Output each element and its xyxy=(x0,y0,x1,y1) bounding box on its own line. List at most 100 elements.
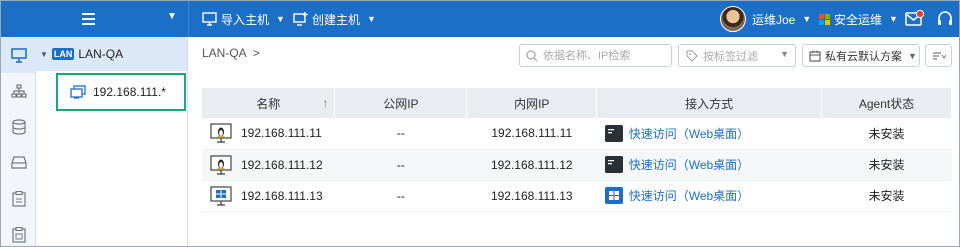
windows-icon xyxy=(210,185,232,206)
user-menu[interactable]: 运维Joe ▼ xyxy=(752,1,811,37)
table-row[interactable]: 192.168.111.11 -- 192.168.111.11 快速访问（We… xyxy=(202,118,952,150)
agent-status-cell: 未安装 xyxy=(821,180,952,212)
quick-access-link[interactable]: 快速访问（Web桌面） xyxy=(629,125,749,142)
chevron-down-icon[interactable]: ▼ xyxy=(40,50,48,59)
top-bar: ▼ 导入主机 ▼ 创建主机 ▼ 运维Joe ▼ 安全运维 ▼ xyxy=(1,1,959,37)
host-name[interactable]: 192.168.111.11 xyxy=(241,126,322,140)
network-tree-icon xyxy=(10,83,27,98)
host-name[interactable]: 192.168.111.12 xyxy=(241,158,323,172)
column-header-agent[interactable]: Agent状态 xyxy=(821,88,952,118)
tree-node-lan-qa[interactable]: ▼ LAN LAN-QA xyxy=(36,37,187,71)
table-header-row: 名称 ↑ 公网IP 内网IP 接入方式 Agent状态 xyxy=(202,88,952,118)
divider xyxy=(188,1,189,37)
plan-select[interactable]: 私有云默认方案 ▼ xyxy=(802,44,920,67)
monitor-icon xyxy=(10,47,27,63)
host-name-cell: 192.168.111.13 xyxy=(202,180,335,212)
rail-tasks[interactable] xyxy=(1,181,36,217)
table-row[interactable]: 192.168.111.12 -- 192.168.111.12 快速访问（We… xyxy=(202,149,952,181)
rail-topology[interactable] xyxy=(1,73,36,109)
sort-button[interactable] xyxy=(925,44,952,67)
chevron-down-icon: ▼ xyxy=(780,49,789,59)
public-ip-cell: -- xyxy=(334,149,467,181)
clipboard-icon xyxy=(11,191,26,207)
terminal-icon xyxy=(604,124,623,142)
ops-menu[interactable]: 安全运维 ▼ xyxy=(819,1,898,37)
breadcrumb-separator: > xyxy=(252,46,260,60)
host-table: 名称 ↑ 公网IP 内网IP 接入方式 Agent状态 192.168.111.… xyxy=(202,88,952,212)
ops-menu-label: 安全运维 xyxy=(834,12,883,27)
import-host-label: 导入主机 xyxy=(221,12,270,27)
access-cell: 快速访问（Web桌面） xyxy=(596,149,822,181)
avatar[interactable] xyxy=(720,6,746,32)
audit-icon xyxy=(11,227,26,243)
rail-hosts[interactable] xyxy=(1,37,36,73)
private-ip-cell: 192.168.111.12 xyxy=(466,149,597,181)
quick-access-link[interactable]: 快速访问（Web桌面） xyxy=(629,156,749,173)
rail-device[interactable] xyxy=(1,145,36,181)
column-header-label: 名称 xyxy=(256,96,281,111)
lan-badge: LAN xyxy=(51,48,75,60)
device-icon xyxy=(10,156,27,169)
host-name-cell: 192.168.111.11 xyxy=(202,118,335,150)
chevron-down-icon: ▼ xyxy=(889,14,898,24)
agent-status-cell: 未安装 xyxy=(821,118,952,150)
host-tree: ▼ LAN LAN-QA 192.168.111.* xyxy=(36,37,188,246)
private-ip-cell: 192.168.111.11 xyxy=(466,118,597,150)
tree-child-label: 192.168.111.* xyxy=(93,85,166,99)
sort-asc-icon[interactable]: ↑ xyxy=(322,96,328,110)
app-logo-icon xyxy=(819,13,830,25)
table-row[interactable]: 192.168.111.13 -- 192.168.111.13 快速访问（We… xyxy=(202,180,952,212)
private-ip-cell: 192.168.111.13 xyxy=(466,180,597,212)
create-host-menu[interactable]: 创建主机 ▼ xyxy=(293,1,376,37)
column-header-access[interactable]: 接入方式 xyxy=(596,88,823,118)
breadcrumb-item[interactable]: LAN-QA xyxy=(202,46,247,60)
column-header-private-ip[interactable]: 内网IP xyxy=(466,88,598,118)
linux-icon xyxy=(210,123,232,143)
menu-icon[interactable] xyxy=(80,10,98,28)
notification-icon[interactable] xyxy=(905,10,925,28)
import-host-menu[interactable]: 导入主机 ▼ xyxy=(202,1,285,37)
calendar-icon xyxy=(809,50,821,62)
host-name[interactable]: 192.168.111.13 xyxy=(241,189,323,203)
access-cell: 快速访问（Web桌面） xyxy=(596,180,822,212)
public-ip-cell: -- xyxy=(334,118,467,150)
linux-icon xyxy=(210,154,232,175)
tree-root-label: LAN-QA xyxy=(78,47,124,61)
monitor-icon xyxy=(202,12,217,26)
terminal-icon xyxy=(604,156,623,173)
tag-filter-select[interactable]: 按标签过滤 ▼ xyxy=(678,44,796,67)
chevron-down-icon: ▼ xyxy=(276,14,285,24)
windows-desktop-icon xyxy=(604,187,623,204)
icon-rail xyxy=(1,37,36,246)
search-icon xyxy=(526,49,538,61)
chevron-down-icon[interactable]: ▼ xyxy=(167,11,177,22)
chevron-down-icon: ▼ xyxy=(908,50,917,61)
main-panel: LAN-QA > 按标签过滤 ▼ 私有云默认方案 ▼ xyxy=(188,37,959,246)
tag-filter-placeholder: 按标签过滤 xyxy=(703,50,758,63)
headset-icon[interactable] xyxy=(936,10,954,28)
plan-label: 私有云默认方案 xyxy=(825,50,902,63)
search-box[interactable] xyxy=(519,44,672,67)
quick-access-link[interactable]: 快速访问（Web桌面） xyxy=(629,187,749,204)
sort-icon xyxy=(932,51,946,60)
rail-audit[interactable] xyxy=(1,217,36,246)
rail-database[interactable] xyxy=(1,109,36,145)
database-icon xyxy=(11,119,26,135)
create-host-label: 创建主机 xyxy=(312,12,361,27)
host-name-cell: 192.168.111.12 xyxy=(202,149,335,181)
chevron-down-icon: ▼ xyxy=(367,14,376,24)
column-header-name[interactable]: 名称 ↑ xyxy=(202,88,336,118)
access-cell: 快速访问（Web桌面） xyxy=(596,118,822,150)
tree-node-subnet[interactable]: 192.168.111.* xyxy=(56,73,186,111)
breadcrumb: LAN-QA > xyxy=(202,46,260,60)
host-group-icon xyxy=(70,85,86,99)
public-ip-cell: -- xyxy=(334,180,467,212)
user-name: 运维Joe xyxy=(752,12,796,27)
create-monitor-icon xyxy=(293,12,308,26)
chevron-down-icon: ▼ xyxy=(802,14,812,24)
column-header-public-ip[interactable]: 公网IP xyxy=(334,88,468,118)
search-input[interactable] xyxy=(543,49,663,62)
app-window: ▼ 导入主机 ▼ 创建主机 ▼ 运维Joe ▼ 安全运维 ▼ ▼ LAN LAN… xyxy=(0,0,960,247)
agent-status-cell: 未安装 xyxy=(821,149,952,181)
tag-icon xyxy=(686,49,698,62)
